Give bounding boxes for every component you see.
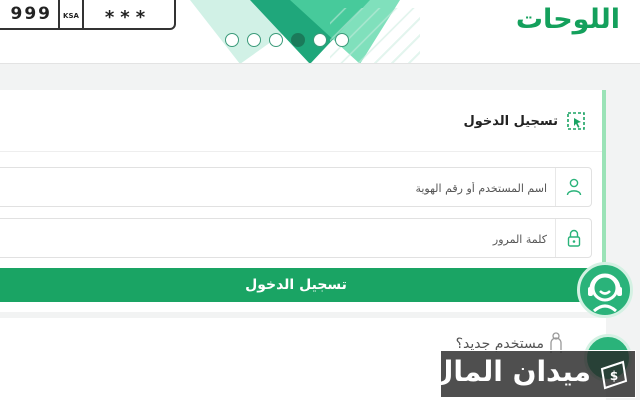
password-field — [0, 218, 592, 258]
login-cursor-icon — [567, 112, 585, 130]
password-icon-box — [555, 219, 591, 257]
login-button[interactable]: تسجيل الدخول — [0, 268, 602, 302]
svg-text:$: $ — [610, 369, 618, 383]
slider-dot[interactable] — [313, 33, 327, 47]
money-icon: $ — [600, 360, 628, 390]
username-input[interactable] — [47, 178, 547, 198]
plate-letters: *** — [104, 7, 152, 28]
lock-icon — [567, 229, 580, 247]
login-card: تسجيل الدخول تسجيل الدخول — [0, 90, 606, 312]
slider-dots — [225, 33, 349, 49]
slider-dot[interactable] — [291, 33, 305, 47]
support-agent-icon — [588, 273, 622, 313]
slider-dot[interactable] — [225, 33, 239, 47]
plate-divider — [82, 0, 84, 28]
user-icon — [566, 178, 581, 196]
plate-country: KSA — [63, 12, 79, 20]
username-field — [0, 167, 592, 207]
slider-dot[interactable] — [335, 33, 349, 47]
slider-dot[interactable] — [269, 33, 283, 47]
plate-number: 999 — [10, 4, 52, 24]
site-logo[interactable]: اللوحات — [516, 4, 620, 35]
login-card-header: تسجيل الدخول — [0, 90, 602, 152]
username-icon-box — [555, 168, 591, 206]
watermark-text: ميدان المال — [429, 355, 591, 388]
support-chat-button[interactable] — [577, 262, 633, 318]
slider-dot[interactable] — [247, 33, 261, 47]
watermark-badge: ميدان المال $ — [429, 350, 636, 398]
license-plate-image: 999 KSA *** — [0, 0, 176, 30]
header-banner: 999 KSA *** اللوحات — [0, 0, 640, 64]
password-input[interactable] — [47, 229, 547, 249]
login-title: تسجيل الدخول — [463, 114, 558, 129]
